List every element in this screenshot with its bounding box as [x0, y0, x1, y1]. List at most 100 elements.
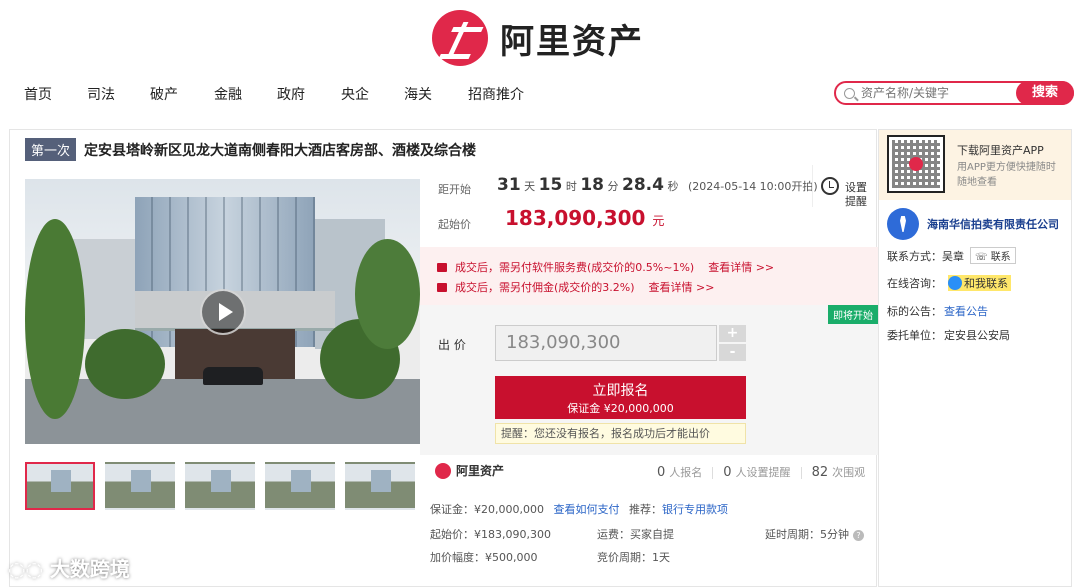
brand-logo[interactable]: 阿里资产 — [432, 10, 644, 66]
side-panel: 下载阿里资产APP 用APP更方便快捷随时随地查看 海南华信拍卖有限责任公司 联… — [878, 129, 1072, 587]
entrust-row: 委托单位： 定安县公安局 — [887, 327, 1010, 343]
delay-text: 延时周期：5分钟 — [765, 528, 849, 541]
apply-deposit: 保证金 ¥20,000,000 — [567, 402, 674, 415]
freight-detail: 运费：买家自提 — [597, 528, 674, 541]
video-tree-right — [355, 239, 420, 349]
view-label: 次围观 — [832, 466, 866, 479]
search-input[interactable] — [861, 86, 1021, 100]
round-badge: 第一次 — [25, 138, 77, 161]
video-palm-tree — [25, 219, 85, 419]
video-car — [203, 367, 263, 385]
contact-row: 联系方式： 吴章 ☏ 联系 — [887, 247, 1016, 264]
increase-button[interactable]: + — [719, 325, 746, 342]
thumbnail-2[interactable] — [105, 462, 175, 510]
alarm-clock-icon — [821, 177, 839, 195]
app-download[interactable]: 下载阿里资产APP 用APP更方便快捷随时随地查看 — [879, 130, 1071, 200]
countdown-minute-unit: 分 — [607, 180, 619, 193]
start-price-unit: 元 — [652, 214, 665, 228]
nav-bankruptcy[interactable]: 破产 — [150, 84, 178, 104]
chat-row: 在线咨询： 和我联系 — [887, 275, 1011, 291]
thumbnail-1[interactable] — [25, 462, 95, 510]
bank-account-link[interactable]: 银行专用款项 — [662, 503, 728, 516]
seller[interactable]: 海南华信拍卖有限责任公司 — [887, 208, 1059, 240]
remind-count: 0 — [723, 465, 732, 480]
search-button[interactable]: 搜索 — [1016, 81, 1074, 105]
signup-label: 人报名 — [669, 466, 703, 479]
countdown-hour-unit: 时 — [565, 180, 577, 193]
auction-stats: 0 人报名 0 人设置提醒 82 次围观 — [657, 464, 865, 480]
contact-button-label: 联系 — [990, 252, 1011, 263]
deposit-detail: 保证金：¥20,000,000 查看如何支付 推荐：银行专用款项 — [430, 501, 728, 517]
platform-logo: 阿里资产 — [430, 462, 504, 479]
apply-button[interactable]: 立即报名 保证金 ¥20,000,000 — [495, 376, 746, 419]
apply-label: 立即报名 — [592, 383, 649, 399]
play-icon[interactable] — [200, 289, 246, 335]
signup-tip: 提醒：您还没有报名，报名成功后才能出价 — [495, 423, 746, 444]
start-price-value: 183,090,300 — [505, 206, 646, 230]
countdown-seconds: 28.4 — [622, 175, 664, 195]
increment-detail: 加价幅度：¥500,000 — [430, 551, 538, 564]
contact-name: 吴章 — [942, 249, 964, 263]
thumbnail-3[interactable] — [185, 462, 255, 510]
remind-count-label: 人设置提醒 — [735, 466, 791, 479]
logo-icon — [432, 10, 488, 66]
nav-investment[interactable]: 招商推介 — [468, 84, 524, 104]
thumbnail-strip — [25, 462, 425, 510]
countdown: 31 天 15 时 18 分 28.4 秒 (2024-05-14 10:00开… — [497, 175, 818, 195]
start-price-label: 起始价 — [438, 218, 471, 231]
how-to-pay-link[interactable]: 查看如何支付 — [553, 503, 619, 516]
fee-notice-2: 成交后，需另付佣金(成交价的3.2%) 查看详情 >> — [437, 279, 714, 295]
bid-label: 出 价 — [438, 338, 466, 352]
fee-detail-link[interactable]: 查看详情 >> — [708, 259, 774, 275]
chat-button-label: 和我联系 — [964, 277, 1008, 290]
platform-name: 阿里资产 — [456, 464, 505, 478]
nav-central-enterprise[interactable]: 央企 — [341, 84, 369, 104]
countdown-days: 31 — [497, 175, 521, 195]
seller-avatar-icon — [887, 208, 919, 240]
gift-icon — [437, 282, 447, 292]
help-icon[interactable]: ? — [853, 530, 864, 541]
qr-code-icon — [887, 135, 945, 193]
countdown-minutes: 18 — [580, 175, 605, 195]
video-player[interactable] — [25, 179, 420, 444]
view-count: 82 — [811, 465, 829, 480]
notice-row: 标的公告： 查看公告 — [887, 303, 988, 319]
recommend-label: 推荐： — [628, 503, 662, 516]
logo-icon — [435, 462, 451, 479]
title-row: 第一次 定安县塔岭新区见龙大道南侧春阳大酒店客房部、酒楼及综合楼 — [25, 138, 476, 161]
entrust-value: 定安县公安局 — [944, 329, 1010, 342]
chat-button[interactable]: 和我联系 — [948, 275, 1011, 291]
chat-label: 在线咨询： — [887, 277, 942, 290]
remind-button[interactable]: 设置提醒 — [812, 165, 870, 208]
nav-finance[interactable]: 金融 — [214, 84, 242, 104]
signup-count: 0 — [657, 465, 666, 480]
delay-detail: 延时周期：5分钟? — [765, 526, 864, 542]
notice-link[interactable]: 查看公告 — [944, 303, 988, 319]
period-detail: 竞价周期：1天 — [597, 551, 670, 564]
fee-notice-1: 成交后，需另付软件服务费(成交价的0.5%~1%) 查看详情 >> — [437, 259, 774, 275]
video-shrub-left — [85, 329, 165, 399]
nav-judicial[interactable]: 司法 — [87, 84, 115, 104]
countdown-day-unit: 天 — [524, 180, 536, 193]
app-subtitle: 用APP更方便快捷随时随地查看 — [957, 162, 1056, 188]
nav-home[interactable]: 首页 — [24, 84, 52, 104]
remind-label: 设置提醒 — [845, 181, 867, 208]
seller-name: 海南华信拍卖有限责任公司 — [927, 218, 1059, 231]
fee-detail-link[interactable]: 查看详情 >> — [649, 279, 715, 295]
start-price-detail: 起始价：¥183,090,300 — [430, 528, 551, 541]
fee-notice-text: 成交后，需另付软件服务费(成交价的0.5%~1%) — [455, 261, 695, 274]
bid-input[interactable]: 183,090,300 — [495, 325, 717, 361]
nav-customs[interactable]: 海关 — [404, 84, 432, 104]
status-badge: 即将开始 — [828, 305, 878, 324]
thumbnail-5[interactable] — [345, 462, 415, 510]
app-title: 下载阿里资产APP — [957, 144, 1044, 157]
bid-area: 即将开始 出 价 183,090,300 + - 立即报名 保证金 ¥20,00… — [420, 305, 878, 455]
decrease-button[interactable]: - — [719, 344, 746, 361]
thumbnail-4[interactable] — [265, 462, 335, 510]
entrust-label: 委托单位： — [887, 329, 942, 342]
chat-icon — [948, 276, 962, 290]
brand-name: 阿里资产 — [500, 21, 644, 62]
item-title: 定安县塔岭新区见龙大道南侧春阳大酒店客房部、酒楼及综合楼 — [84, 142, 477, 159]
contact-button[interactable]: ☏ 联系 — [970, 247, 1016, 264]
nav-government[interactable]: 政府 — [277, 84, 305, 104]
